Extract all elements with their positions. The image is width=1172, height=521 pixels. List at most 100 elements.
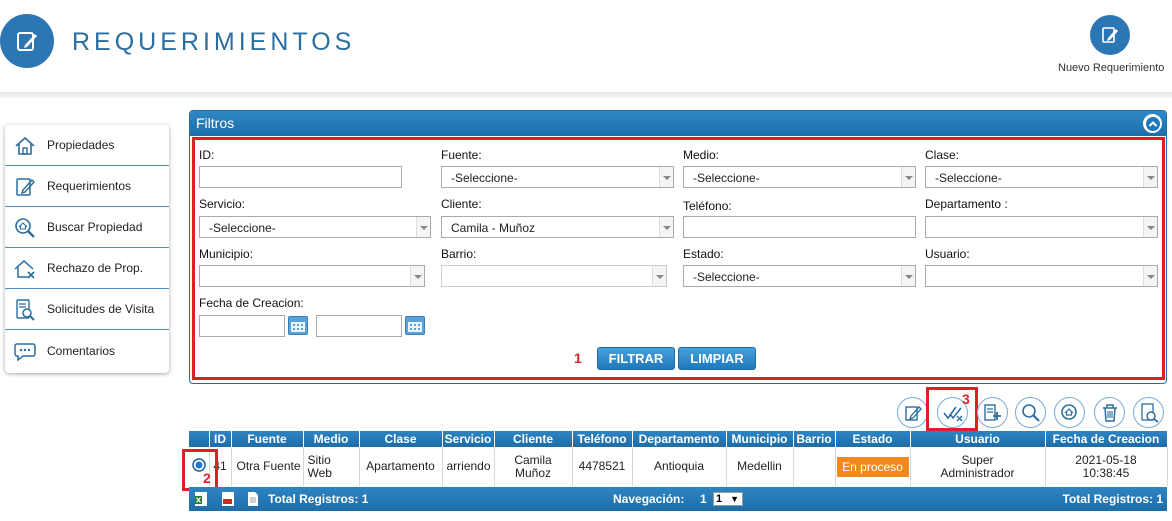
col-header-id[interactable]: ID (209, 431, 232, 447)
sidebar: Propiedades Requerimientos Buscar Propie… (5, 125, 169, 373)
page-select[interactable]: 1 ▼ (713, 492, 743, 506)
cell-departamento: Antioquia (632, 447, 727, 486)
table-footer: Total Registros: 1 Navegación: 1 1 ▼ Tota… (189, 487, 1167, 511)
col-header-medio[interactable]: Medio (303, 431, 360, 447)
sidebar-item-label: Buscar Propiedad (47, 220, 143, 234)
col-header-municipio[interactable]: Municipio (726, 431, 794, 447)
usuario-label: Usuario: (925, 247, 970, 261)
telefono-label: Teléfono: (683, 199, 732, 213)
col-header-estado[interactable]: Estado (835, 431, 911, 447)
calendar-icon[interactable] (405, 316, 425, 335)
search-home-icon (15, 218, 35, 238)
pdf-export-icon[interactable] (221, 491, 235, 507)
sidebar-item-label: Propiedades (47, 138, 115, 152)
chevron-down-icon (1143, 217, 1157, 237)
sidebar-item-label: Comentarios (47, 343, 116, 358)
clase-select[interactable]: -Seleccione- (925, 166, 1158, 188)
search-property-button[interactable] (1054, 397, 1085, 428)
fecha-hasta-input[interactable] (316, 315, 402, 337)
add-record-button[interactable] (977, 397, 1008, 428)
sidebar-item-label: Requerimientos (47, 179, 132, 193)
table-header-row: ID Fuente Medio Clase Servicio Cliente T… (189, 431, 1168, 447)
medio-label: Medio: (683, 148, 720, 162)
excel-export-icon[interactable] (194, 491, 208, 507)
search-icon (1021, 403, 1040, 422)
sidebar-item-buscar-propiedad[interactable]: Buscar Propiedad (5, 207, 169, 248)
cell-municipio: Medellin (726, 447, 794, 486)
new-requirement-button[interactable] (1090, 15, 1130, 55)
sidebar-item-requerimientos[interactable]: Requerimientos (5, 166, 169, 207)
results-grid: ID Fuente Medio Clase Servicio Cliente T… (189, 431, 1168, 486)
municipio-label: Municipio: (199, 247, 254, 261)
barrio-label: Barrio: (441, 247, 477, 261)
navigation-page: 1 (700, 492, 707, 506)
cell-fecha: 2021-05-18 10:38:45 (1045, 447, 1168, 486)
search-button[interactable] (1015, 397, 1046, 428)
add-record-icon (983, 403, 1001, 421)
edit-icon (904, 405, 922, 421)
fecha-desde-input[interactable] (199, 315, 285, 337)
cell-cliente: Camila Muñoz (494, 447, 573, 486)
cell-telefono: 4478521 (572, 447, 633, 486)
edit-button[interactable] (897, 397, 928, 428)
annotation-marker-3: 3 (962, 391, 970, 407)
view-details-button[interactable] (1133, 397, 1164, 428)
col-header-telefono[interactable]: Teléfono (572, 431, 633, 447)
sidebar-item-propiedades[interactable]: Propiedades (5, 125, 169, 166)
id-label: ID: (199, 148, 215, 162)
departamento-select[interactable] (925, 216, 1158, 238)
col-header-servicio[interactable]: Servicio (442, 431, 495, 447)
sidebar-item-rechazo[interactable]: Rechazo de Prop. (5, 248, 169, 289)
estado-select[interactable]: -Seleccione- (683, 265, 916, 287)
search-home-icon (1060, 403, 1077, 420)
calendar-icon[interactable] (288, 316, 308, 335)
highlight-box-action (926, 387, 978, 431)
sidebar-item-solicitudes[interactable]: Solicitudes de Visita (5, 289, 169, 330)
chevron-down-icon (1143, 167, 1157, 187)
cell-servicio: arriendo (442, 447, 495, 486)
chevron-down-icon (901, 266, 915, 286)
fuente-select[interactable]: -Seleccione- (441, 166, 674, 188)
filters-header[interactable]: Filtros (190, 111, 1166, 136)
table-row[interactable]: 41 Otra Fuente Sitio Web Apartamento arr… (189, 447, 1168, 486)
cell-estado: En proceso (835, 447, 911, 486)
cliente-select[interactable]: Camila - Muñoz (441, 216, 674, 238)
col-header-usuario[interactable]: Usuario (910, 431, 1046, 447)
logo-edit-icon (0, 14, 54, 68)
col-header-departamento[interactable]: Departamento (632, 431, 727, 447)
home-reject-icon (14, 259, 35, 279)
annotation-marker-1: 1 (574, 350, 582, 366)
cliente-label: Cliente: (441, 197, 482, 211)
id-input[interactable] (199, 166, 402, 188)
municipio-select[interactable] (199, 265, 425, 287)
total-records-right: Total Registros: 1 (1062, 492, 1163, 506)
chevron-down-icon (416, 217, 430, 237)
usuario-select[interactable] (925, 265, 1158, 287)
collapse-button[interactable] (1143, 114, 1162, 133)
barrio-select[interactable] (441, 265, 667, 287)
document-search-icon (16, 299, 35, 321)
col-header-fecha[interactable]: Fecha de Creacion (1045, 431, 1168, 447)
document-search-icon (1140, 402, 1159, 423)
document-icon[interactable] (247, 491, 259, 507)
col-header-cliente[interactable]: Cliente (494, 431, 573, 447)
chevron-down-icon (901, 167, 915, 187)
medio-select[interactable]: -Seleccione- (683, 166, 916, 188)
sidebar-item-comentarios[interactable]: Comentarios (5, 330, 169, 371)
clear-button[interactable]: LIMPIAR (678, 347, 756, 370)
results-table: ID Fuente Medio Clase Servicio Cliente T… (189, 431, 1168, 486)
col-header-barrio[interactable]: Barrio (793, 431, 836, 447)
highlight-box-row-select (182, 449, 218, 491)
new-requirement-label[interactable]: Nuevo Requerimiento (1058, 62, 1164, 74)
col-header-clase[interactable]: Clase (359, 431, 443, 447)
chevron-down-icon (652, 266, 666, 286)
total-records-left: Total Registros: 1 (268, 492, 369, 506)
delete-button[interactable] (1094, 397, 1125, 428)
filter-button[interactable]: FILTRAR (597, 347, 675, 370)
col-header-fuente[interactable]: Fuente (231, 431, 304, 447)
servicio-select[interactable]: -Seleccione- (199, 216, 431, 238)
cell-fuente: Otra Fuente (231, 447, 304, 486)
telefono-input[interactable] (683, 216, 916, 238)
chevron-down-icon (659, 217, 673, 237)
sidebar-item-label: Rechazo de Prop. (47, 261, 144, 275)
